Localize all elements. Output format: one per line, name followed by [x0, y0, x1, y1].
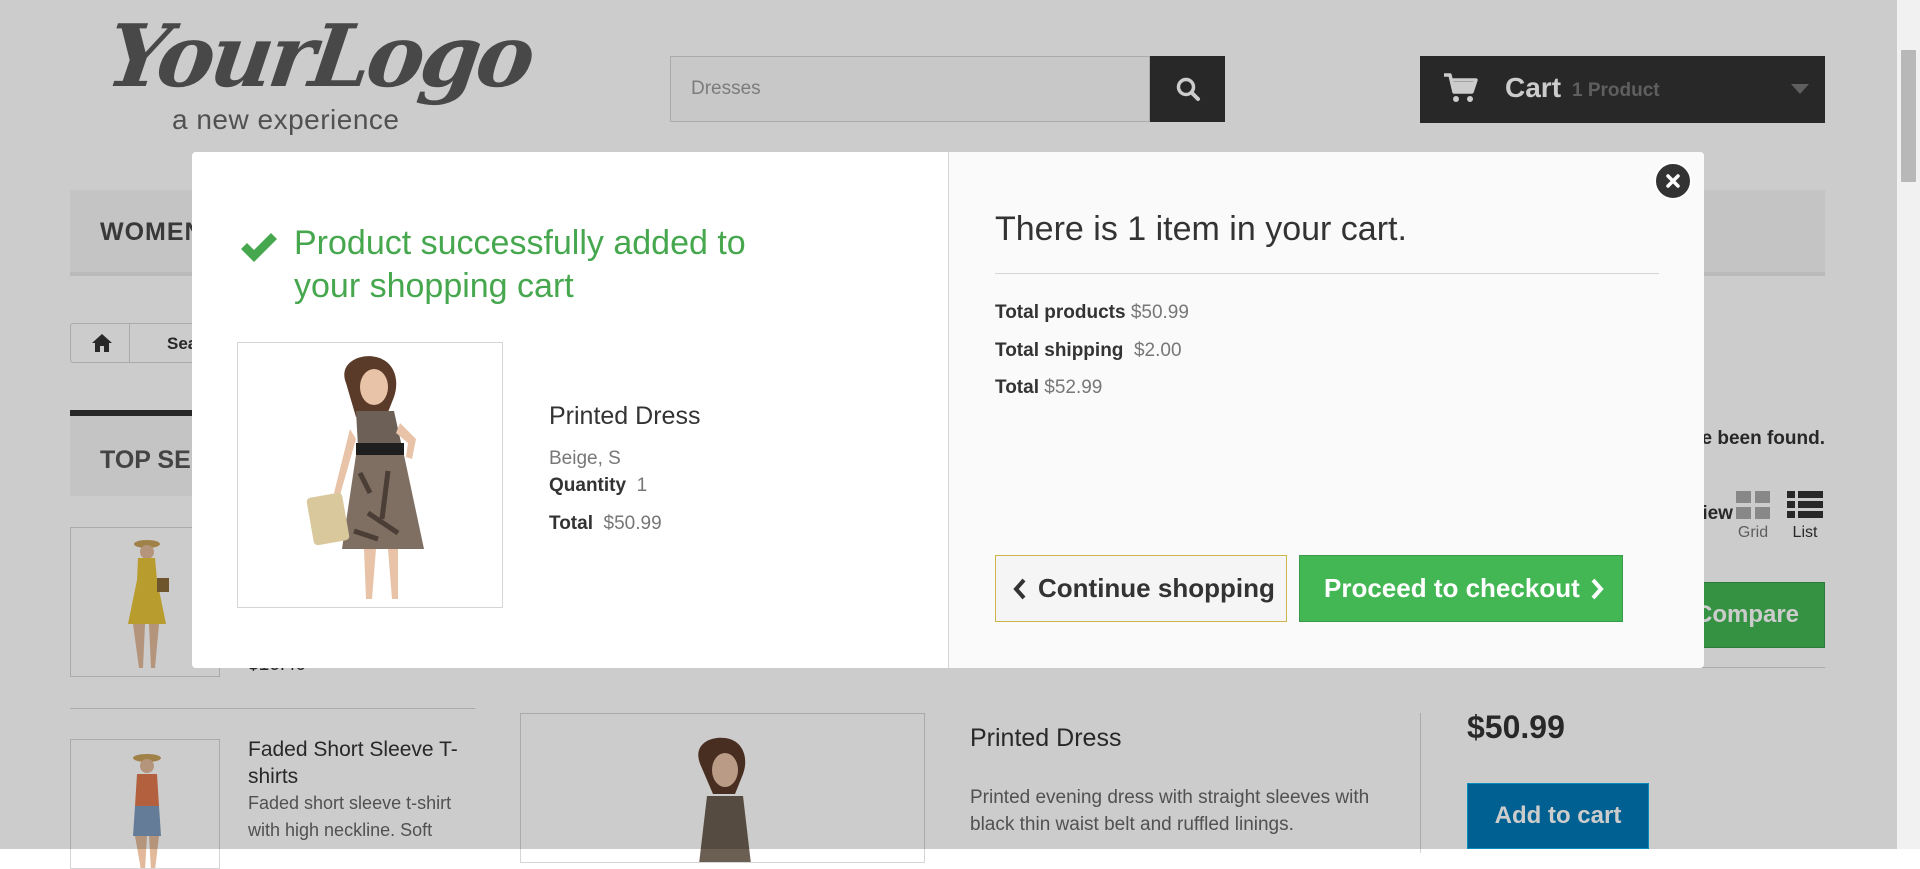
modal-product-total: Total $50.99 — [549, 513, 662, 535]
modal-cart-panel: There is 1 item in your cart. Total prod… — [948, 152, 1704, 668]
grand-total-label: Total — [995, 377, 1039, 398]
total-shipping-label: Total shipping — [995, 340, 1124, 361]
close-modal-button[interactable] — [1654, 162, 1692, 200]
proceed-to-checkout-button[interactable]: Proceed to checkout — [1299, 555, 1623, 622]
check-icon — [241, 233, 277, 262]
modal-product-quantity: Quantity 1 — [549, 475, 647, 497]
quantity-value: 1 — [636, 475, 648, 496]
page-scrollbar[interactable] — [1897, 0, 1920, 849]
product-total-label: Total — [549, 513, 593, 534]
proceed-to-checkout-label: Proceed to checkout — [1324, 573, 1580, 603]
cart-summary-divider — [995, 273, 1659, 274]
total-products-label: Total products — [995, 302, 1126, 323]
product-total-value: $50.99 — [603, 513, 662, 534]
total-shipping-value: $2.00 — [1133, 340, 1182, 361]
chevron-right-icon — [1591, 578, 1604, 600]
shop-page: YourLogo a new experience Dresses Cart 1… — [0, 0, 1920, 869]
chevron-left-icon — [1013, 578, 1026, 600]
continue-shopping-label: Continue shopping — [1038, 573, 1275, 603]
modal-product-name: Printed Dress — [549, 402, 701, 430]
success-message: Product successfully added to your shopp… — [294, 224, 746, 305]
modal-product-image — [237, 342, 503, 608]
modal-product-panel: Product successfully added to your shopp… — [192, 152, 948, 668]
grand-total-line: Total $52.99 — [995, 377, 1102, 399]
total-shipping-line: Total shipping $2.00 — [995, 340, 1182, 362]
close-icon — [1666, 174, 1680, 188]
printed-dress-image — [238, 343, 502, 607]
cart-summary-heading: There is 1 item in your cart. — [995, 210, 1407, 248]
modal-product-attributes: Beige, S — [549, 448, 621, 469]
quantity-label: Quantity — [549, 475, 627, 496]
grand-total-value: $52.99 — [1044, 377, 1103, 398]
continue-shopping-button[interactable]: Continue shopping — [995, 555, 1287, 622]
scrollbar-thumb[interactable] — [1901, 50, 1916, 182]
total-products-value: $50.99 — [1130, 302, 1189, 323]
total-products-line: Total products $50.99 — [995, 302, 1189, 324]
add-to-cart-modal: Product successfully added to your shopp… — [192, 152, 1704, 668]
